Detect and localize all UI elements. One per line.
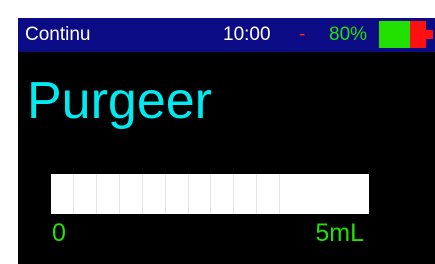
progress-tick (188, 174, 189, 214)
purge-progress-bar (51, 174, 369, 214)
status-bar: Continu 10:00 - 80% (18, 18, 435, 52)
progress-tick (233, 174, 234, 214)
progress-tick (279, 174, 280, 214)
progress-tick (119, 174, 120, 214)
progress-tick (210, 174, 211, 214)
battery-tip (426, 30, 433, 39)
progress-tick (73, 174, 74, 214)
progress-tick (256, 174, 257, 214)
progress-tick (142, 174, 143, 214)
clock: 10:00 (223, 24, 271, 45)
mode-label: Continu (25, 24, 91, 45)
progress-tick (96, 174, 97, 214)
battery-percentage: 80% (329, 24, 368, 45)
device-display: Continu 10:00 - 80% Purgeer 0 5mL (18, 18, 435, 264)
status-separator: - (299, 24, 306, 45)
screen: Continu 10:00 - 80% Purgeer 0 5mL (0, 0, 435, 264)
battery-charge-segment (379, 21, 410, 48)
battery-icon (379, 21, 434, 48)
scale-min-label: 0 (52, 219, 66, 247)
screen-title: Purgeer (27, 72, 212, 130)
battery-empty-segment (410, 21, 426, 48)
scale-max-label: 5mL (315, 219, 364, 247)
progress-tick (165, 174, 166, 214)
